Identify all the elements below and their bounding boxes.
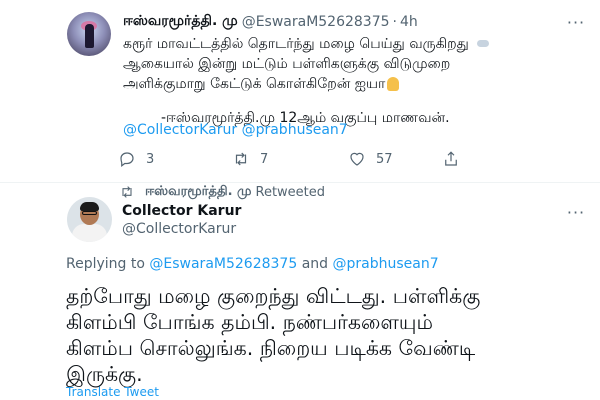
separator-dot: · [392,14,397,30]
tweet-actions: 3 7 57 [118,148,460,170]
like-button[interactable]: 57 [348,150,442,168]
retweet-count: 7 [260,151,269,167]
avatar-hair [80,202,99,211]
tweet-line-text: அளிக்குமாறு கேட்டுக் கொள்கிறேன் ஐயா [123,76,386,92]
avatar[interactable] [67,12,111,56]
avatar-glasses [82,211,97,215]
share-icon [445,151,457,166]
reply-line: தற்போது மழை குறைந்து விட்டது. பள்ளிக்கு [66,284,481,308]
share-button[interactable] [442,150,460,168]
replying-user-link[interactable]: @prabhusean7 [332,256,438,272]
reply-icon [120,152,134,167]
replying-prefix: Replying to [66,256,145,272]
author-handle[interactable]: @CollectorKarur [122,221,236,237]
reply-count: 3 [146,151,155,167]
reply-line: கிளம்பி போங்க தம்பி. நண்பர்களையும் [66,310,433,334]
tweet-line: ஆகையால் இன்று மட்டும் பள்ளிகளுக்கு விடும… [123,56,451,72]
reply-button[interactable]: 3 [118,150,232,168]
translate-tweet-link[interactable]: Translate Tweet [66,385,159,399]
folded-hands-emoji [387,77,400,91]
tweet-line-text: கரூர் மாவட்டத்தில் தொடர்ந்து மழை பெய்து … [123,36,469,52]
tweet-line: அளிக்குமாறு கேட்டுக் கொள்கிறேன் ஐயா [123,74,563,94]
reply-line: கிளம்ப சொல்லுங்க. நிறைய படிக்க வேண்டி [66,336,476,360]
replying-user-link[interactable]: @EswaraM52628375 [149,256,297,272]
retweet-icon [235,152,247,166]
tweet-text: கரூர் மாவட்டத்தில் தொடர்ந்து மழை பெய்து … [123,34,563,128]
avatar[interactable] [67,197,112,242]
cloud-rain-emoji [475,38,491,50]
avatar-figure [85,24,94,48]
tweet-header: ஈஸ்வரமூர்த்தி. மு @EswaraM52628375 · 4h [123,12,418,32]
original-tweet[interactable]: ஈஸ்வரமூர்த்தி. மு @EswaraM52628375 · 4h … [0,0,600,182]
tweet-line: கரூர் மாவட்டத்தில் தொடர்ந்து மழை பெய்து … [123,34,563,54]
retweet-banner[interactable]: ஈஸ்வரமூர்த்தி. மு Retweeted [119,183,325,201]
retweet-icon [122,186,132,198]
replying-to: Replying to @EswaraM52628375 and @prabhu… [66,256,439,272]
retweeted-label: Retweeted [255,184,326,200]
author-name[interactable]: ஈஸ்வரமூர்த்தி. மு [123,13,238,31]
author-handle[interactable]: @EswaraM52628375 [242,14,390,30]
heart-icon [350,152,364,166]
reply-line: இருக்கு. [66,362,143,386]
avatar-body [72,224,107,242]
author-name[interactable]: Collector Karur [122,203,241,219]
more-icon[interactable]: ··· [565,12,587,32]
reply-text: தற்போது மழை குறைந்து விட்டது. பள்ளிக்கு … [66,283,566,387]
tweet-mentions[interactable]: @CollectorKarur @prabhusean7 [123,122,348,138]
tweet-time[interactable]: 4h [400,14,418,30]
more-icon[interactable]: ··· [565,202,587,222]
replying-and: and [301,256,329,272]
like-count: 57 [376,151,393,167]
retweet-button[interactable]: 7 [232,150,348,168]
retweeter-name: ஈஸ்வரமூர்த்தி. மு [145,184,252,199]
